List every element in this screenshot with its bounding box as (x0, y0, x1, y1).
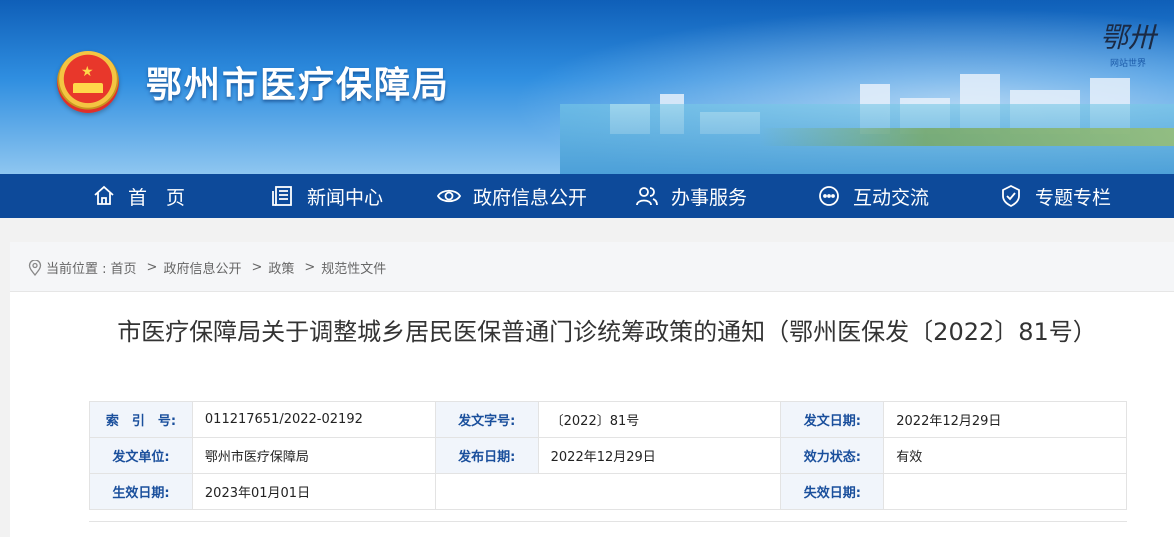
meta-label-expiry-date: 失效日期: (780, 473, 885, 510)
meta-label-validity: 效力状态: (780, 437, 885, 474)
nav-item-gov-info[interactable]: 政府信息公开 (437, 174, 587, 218)
meta-value-doc-number: 〔2022〕81号 (537, 401, 782, 438)
meta-value-publish-date: 2022年12月29日 (537, 437, 782, 474)
emblem-star-icon: ★ (81, 64, 94, 80)
city-logo[interactable]: 鄂卅 网站世界 (1100, 16, 1160, 69)
location-pin-icon (28, 259, 42, 276)
breadcrumb-item-home[interactable]: 首页 (111, 258, 137, 277)
meta-value-effective-date: 2023年01月01日 (191, 473, 436, 510)
breadcrumb-separator: > (146, 260, 158, 275)
city-logo-text: 鄂卅 (1100, 21, 1157, 54)
meta-label-publish-date: 发布日期: (434, 437, 539, 474)
meta-value-issuer: 鄂州市医疗保障局 (191, 437, 436, 474)
breadcrumb: 当前位置 : 首页 > 政府信息公开 > 政策 > 规范性文件 (28, 258, 390, 277)
table-row: 发文单位: 鄂州市医疗保障局 发布日期: 2022年12月29日 效力状态: 有… (89, 437, 1127, 474)
table-row: 索 引 号: 011217651/2022-02192 发文字号: 〔2022〕… (89, 401, 1127, 438)
meta-value-validity: 有效 (883, 437, 1127, 474)
meta-label-effective-date: 生效日期: (89, 473, 193, 510)
chat-icon (819, 186, 839, 206)
nav-item-home[interactable]: 首 页 (92, 174, 185, 218)
meta-value-issue-date: 2022年12月29日 (883, 401, 1127, 438)
breadcrumb-item-normative-docs[interactable]: 规范性文件 (321, 258, 386, 277)
meta-value-index: 011217651/2022-02192 (191, 401, 436, 438)
home-icon (94, 185, 114, 205)
banner-land (760, 128, 1174, 146)
national-emblem: ★ (57, 51, 119, 113)
meta-label-index: 索 引 号: (89, 401, 193, 438)
breadcrumb-prefix: 当前位置 : (46, 262, 107, 277)
meta-label-doc-number: 发文字号: (434, 401, 539, 438)
nav-label: 新闻中心 (307, 186, 384, 209)
meta-value-expiry-date (883, 473, 1127, 510)
site-title[interactable]: 鄂州市医疗保障局 (146, 56, 450, 108)
eye-icon (437, 189, 461, 203)
document-title: 市医疗保障局关于调整城乡居民医保普通门诊统筹政策的通知（鄂州医保发〔2022〕8… (117, 318, 1097, 346)
emblem-gate-icon (73, 83, 103, 93)
divider (89, 521, 1127, 522)
nav-item-services[interactable]: 办事服务 (635, 174, 747, 218)
nav-item-news[interactable]: 新闻中心 (271, 174, 383, 218)
main-nav: 首 页 新闻中心 政府信息公开 办事服务 互动交流 专题专栏 (0, 174, 1174, 218)
meta-label-issue-date: 发文日期: (780, 401, 885, 438)
meta-label-issuer: 发文单位: (89, 437, 193, 474)
nav-label: 政府信息公开 (473, 186, 588, 209)
table-row: 生效日期: 2023年01月01日 失效日期: (89, 473, 1127, 510)
city-logo-subtext: 网站世界 (1110, 59, 1147, 69)
breadcrumb-separator: > (304, 260, 316, 275)
nav-label: 专题专栏 (1035, 186, 1112, 209)
nav-label: 互动交流 (853, 186, 930, 209)
nav-label: 首 页 (128, 186, 186, 209)
breadcrumb-item-gov-info[interactable]: 政府信息公开 (163, 258, 241, 277)
people-icon (636, 187, 658, 206)
document-meta-table: 索 引 号: 011217651/2022-02192 发文字号: 〔2022〕… (89, 401, 1127, 510)
nav-label: 办事服务 (671, 186, 748, 209)
newspaper-icon (272, 186, 292, 206)
nav-item-topics[interactable]: 专题专栏 (999, 174, 1111, 218)
breadcrumb-separator: > (251, 260, 263, 275)
shield-icon (1002, 184, 1020, 208)
header-banner: ★ 鄂州市医疗保障局 鄂卅 网站世界 (0, 0, 1174, 174)
breadcrumb-item-policy[interactable]: 政策 (268, 258, 294, 277)
meta-empty-cell (434, 473, 782, 510)
nav-item-interaction[interactable]: 互动交流 (817, 174, 929, 218)
